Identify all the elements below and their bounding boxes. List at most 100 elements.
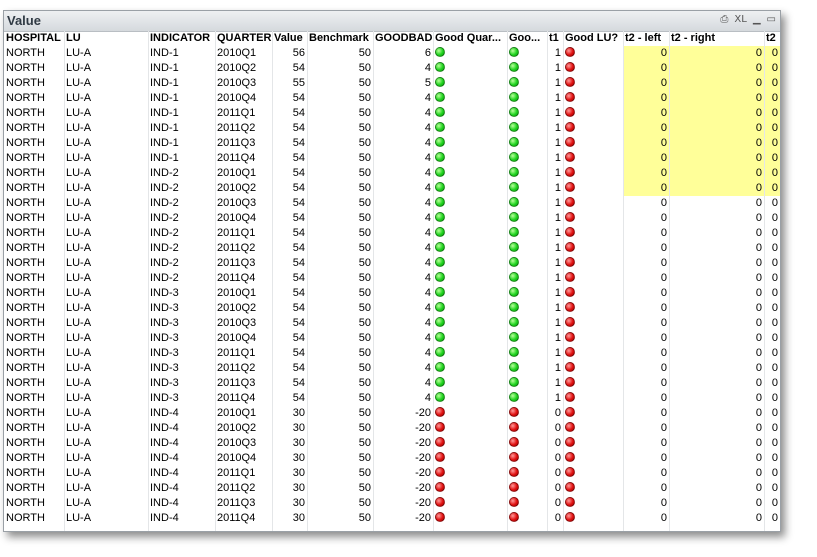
red-dot-icon bbox=[435, 497, 445, 508]
cell-goodbad: 4 bbox=[424, 62, 431, 74]
column-divider[interactable] bbox=[272, 31, 273, 531]
column-divider[interactable] bbox=[669, 31, 670, 531]
column-header-t2l[interactable]: t2 - left bbox=[623, 31, 669, 46]
table-row[interactable]: NORTH LU-A IND-3 2011Q3 54 50 4 1 0 0 0 bbox=[4, 376, 780, 391]
cell-t2r: 0 bbox=[755, 422, 762, 434]
cell-goodbad: -20 bbox=[415, 452, 431, 464]
table-row[interactable]: NORTH LU-A IND-3 2010Q4 54 50 4 1 0 0 0 bbox=[4, 331, 780, 346]
cell-lu: LU-A bbox=[66, 257, 92, 269]
status-dot-cell-goo bbox=[507, 166, 547, 181]
column-divider[interactable] bbox=[307, 31, 308, 531]
table-row[interactable]: NORTH LU-A IND-3 2010Q2 54 50 4 1 0 0 0 bbox=[4, 301, 780, 316]
red-dot-icon bbox=[565, 107, 575, 118]
column-header-goodbad[interactable]: GOODBAD bbox=[373, 31, 433, 46]
column-divider[interactable] bbox=[433, 31, 434, 531]
table-row[interactable]: NORTH LU-A IND-1 2010Q4 54 50 4 1 0 0 0 bbox=[4, 91, 780, 106]
column-header-quarter[interactable]: QUARTER bbox=[215, 31, 272, 46]
column-divider[interactable] bbox=[547, 31, 548, 531]
column-header-t2r[interactable]: t2 - right bbox=[669, 31, 764, 46]
table-row[interactable]: NORTH LU-A IND-3 2011Q1 54 50 4 1 0 0 0 bbox=[4, 346, 780, 361]
table-row[interactable]: NORTH LU-A IND-3 2010Q1 54 50 4 1 0 0 0 bbox=[4, 286, 780, 301]
column-header-glu[interactable]: Good LU? bbox=[563, 31, 623, 46]
cell-benchmark: 50 bbox=[358, 197, 371, 209]
cell-hospital: NORTH bbox=[6, 377, 45, 389]
cell-goodbad: 4 bbox=[424, 197, 431, 209]
table-row[interactable]: NORTH LU-A IND-4 2011Q3 30 50 -20 0 0 0 0 bbox=[4, 496, 780, 511]
status-dot-cell-gq bbox=[433, 466, 507, 481]
table-row[interactable]: NORTH LU-A IND-4 2010Q2 30 50 -20 0 0 0 0 bbox=[4, 421, 780, 436]
print-icon[interactable]: ⎙ bbox=[720, 14, 728, 26]
column-header-t1[interactable]: t1 bbox=[547, 31, 563, 46]
column-divider[interactable] bbox=[623, 31, 624, 531]
table-row[interactable]: NORTH LU-A IND-2 2011Q4 54 50 4 1 0 0 0 bbox=[4, 271, 780, 286]
cell-hospital: NORTH bbox=[6, 482, 45, 494]
column-header-goo[interactable]: Goo... bbox=[507, 31, 547, 46]
cell-t2: 0 bbox=[764, 91, 780, 106]
table-row[interactable]: NORTH LU-A IND-4 2010Q1 30 50 -20 0 0 0 0 bbox=[4, 406, 780, 421]
column-divider[interactable] bbox=[507, 31, 508, 531]
table-row[interactable]: NORTH LU-A IND-2 2011Q1 54 50 4 1 0 0 0 bbox=[4, 226, 780, 241]
table-row[interactable]: NORTH LU-A IND-2 2010Q4 54 50 4 1 0 0 0 bbox=[4, 211, 780, 226]
cell-t2l: 0 bbox=[660, 257, 667, 269]
cell-t1: 0 bbox=[554, 407, 561, 419]
cell-t1: 1 bbox=[554, 392, 561, 404]
table-row[interactable]: NORTH LU-A IND-1 2011Q1 54 50 4 1 0 0 0 bbox=[4, 106, 780, 121]
table-row[interactable]: NORTH LU-A IND-2 2010Q3 54 50 4 1 0 0 0 bbox=[4, 196, 780, 211]
table-row[interactable]: NORTH LU-A IND-4 2011Q2 30 50 -20 0 0 0 0 bbox=[4, 481, 780, 496]
table-row[interactable]: NORTH LU-A IND-1 2011Q4 54 50 4 1 0 0 0 bbox=[4, 151, 780, 166]
column-divider[interactable] bbox=[148, 31, 149, 531]
column-divider[interactable] bbox=[563, 31, 564, 531]
green-dot-icon bbox=[509, 92, 519, 103]
table-row[interactable]: NORTH LU-A IND-4 2010Q3 30 50 -20 0 0 0 0 bbox=[4, 436, 780, 451]
column-header-lu[interactable]: LU bbox=[64, 31, 148, 46]
minimize-icon[interactable]: ▁ bbox=[753, 14, 761, 26]
table-row[interactable]: NORTH LU-A IND-1 2010Q1 56 50 6 1 0 0 0 bbox=[4, 46, 780, 61]
table-row[interactable]: NORTH LU-A IND-1 2011Q2 54 50 4 1 0 0 0 bbox=[4, 121, 780, 136]
column-header-t2[interactable]: t2 bbox=[764, 31, 780, 46]
table-row[interactable]: NORTH LU-A IND-1 2010Q2 54 50 4 1 0 0 0 bbox=[4, 61, 780, 76]
maximize-icon[interactable]: ▭ bbox=[767, 14, 776, 26]
green-dot-icon bbox=[435, 167, 445, 178]
table-row[interactable]: NORTH LU-A IND-3 2011Q4 54 50 4 1 0 0 0 bbox=[4, 391, 780, 406]
cell-indicator: IND-3 bbox=[150, 332, 179, 344]
table-row[interactable]: NORTH LU-A IND-2 2010Q1 54 50 4 1 0 0 0 bbox=[4, 166, 780, 181]
column-header-benchmark[interactable]: Benchmark bbox=[307, 31, 373, 46]
status-dot-cell-glu bbox=[563, 211, 623, 226]
table-row[interactable]: NORTH LU-A IND-1 2011Q3 54 50 4 1 0 0 0 bbox=[4, 136, 780, 151]
cell-t2l: 0 bbox=[623, 151, 669, 166]
table-row[interactable]: NORTH LU-A IND-1 2010Q3 55 50 5 1 0 0 0 bbox=[4, 76, 780, 91]
green-dot-icon bbox=[435, 317, 445, 328]
table-row[interactable]: NORTH LU-A IND-4 2010Q4 30 50 -20 0 0 0 0 bbox=[4, 451, 780, 466]
column-header-gq[interactable]: Good Quar... bbox=[433, 31, 507, 46]
status-dot-cell-glu bbox=[563, 121, 623, 136]
table-row[interactable]: NORTH LU-A IND-4 2011Q4 30 50 -20 0 0 0 0 bbox=[4, 511, 780, 526]
cell-t1: 1 bbox=[554, 47, 561, 59]
cell-value: 54 bbox=[292, 377, 305, 389]
column-header-indicator[interactable]: INDICATOR bbox=[148, 31, 215, 46]
cell-goodbad: -20 bbox=[415, 482, 431, 494]
cell-t1: 1 bbox=[554, 92, 561, 104]
cell-quarter: 2010Q1 bbox=[217, 287, 257, 299]
table-header-row: HOSPITAL LU INDICATOR QUARTER Value Benchmark… bbox=[4, 31, 780, 46]
column-divider[interactable] bbox=[64, 31, 65, 531]
cell-t2r: 0 bbox=[755, 287, 762, 299]
column-header-value[interactable]: Value bbox=[272, 31, 307, 46]
table-row[interactable]: NORTH LU-A IND-2 2011Q3 54 50 4 1 0 0 0 bbox=[4, 256, 780, 271]
column-divider[interactable] bbox=[215, 31, 216, 531]
cell-t2: 0 bbox=[771, 497, 778, 509]
table-row[interactable]: NORTH LU-A IND-4 2011Q1 30 50 -20 0 0 0 0 bbox=[4, 466, 780, 481]
red-dot-icon bbox=[435, 482, 445, 493]
xl-export-icon[interactable]: XL bbox=[734, 14, 746, 26]
column-divider[interactable] bbox=[764, 31, 765, 531]
table-row[interactable]: NORTH LU-A IND-3 2010Q3 54 50 4 1 0 0 0 bbox=[4, 316, 780, 331]
green-dot-icon bbox=[509, 332, 519, 343]
column-divider[interactable] bbox=[373, 31, 374, 531]
table-row[interactable]: NORTH LU-A IND-3 2011Q2 54 50 4 1 0 0 0 bbox=[4, 361, 780, 376]
cell-t2l: 0 bbox=[660, 392, 667, 404]
table-row[interactable]: NORTH LU-A IND-2 2010Q2 54 50 4 1 0 0 0 bbox=[4, 181, 780, 196]
table-row[interactable]: NORTH LU-A IND-2 2011Q2 54 50 4 1 0 0 0 bbox=[4, 241, 780, 256]
green-dot-icon bbox=[509, 302, 519, 313]
cell-t2l: 0 bbox=[660, 452, 667, 464]
cell-t2: 0 bbox=[771, 242, 778, 254]
column-header-hospital[interactable]: HOSPITAL bbox=[4, 31, 64, 46]
